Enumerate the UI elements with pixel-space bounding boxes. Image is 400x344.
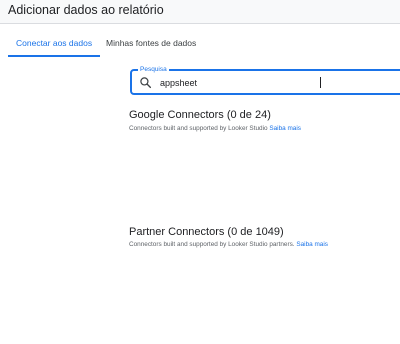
search-input[interactable] <box>160 75 360 90</box>
search-label: Pesquisa <box>138 65 169 74</box>
search-icon <box>140 77 152 89</box>
google-connectors-description: Connectors built and supported by Looker… <box>129 125 301 132</box>
google-connectors-title: Google Connectors (0 de 24) <box>129 109 271 121</box>
tab-bar: Conectar aos dados Minhas fontes de dado… <box>0 24 400 58</box>
active-tab-indicator <box>8 55 100 57</box>
dialog-header: Adicionar dados ao relatório <box>0 0 400 24</box>
partner-learn-more-link[interactable]: Saiba mais <box>296 241 328 248</box>
partner-connectors-text: Connectors built and supported by Looker… <box>129 241 295 248</box>
tab-connect-data[interactable]: Conectar aos dados <box>16 38 92 48</box>
google-learn-more-link[interactable]: Saiba mais <box>269 125 301 132</box>
tab-my-data-sources[interactable]: Minhas fontes de dados <box>106 38 196 48</box>
partner-connectors-title: Partner Connectors (0 de 1049) <box>129 226 284 238</box>
partner-connectors-description: Connectors built and supported by Looker… <box>129 241 328 248</box>
text-cursor <box>320 77 321 88</box>
google-connectors-text: Connectors built and supported by Looker… <box>129 125 268 132</box>
dialog-title: Adicionar dados ao relatório <box>8 3 164 17</box>
search-field[interactable]: Pesquisa <box>130 65 400 95</box>
